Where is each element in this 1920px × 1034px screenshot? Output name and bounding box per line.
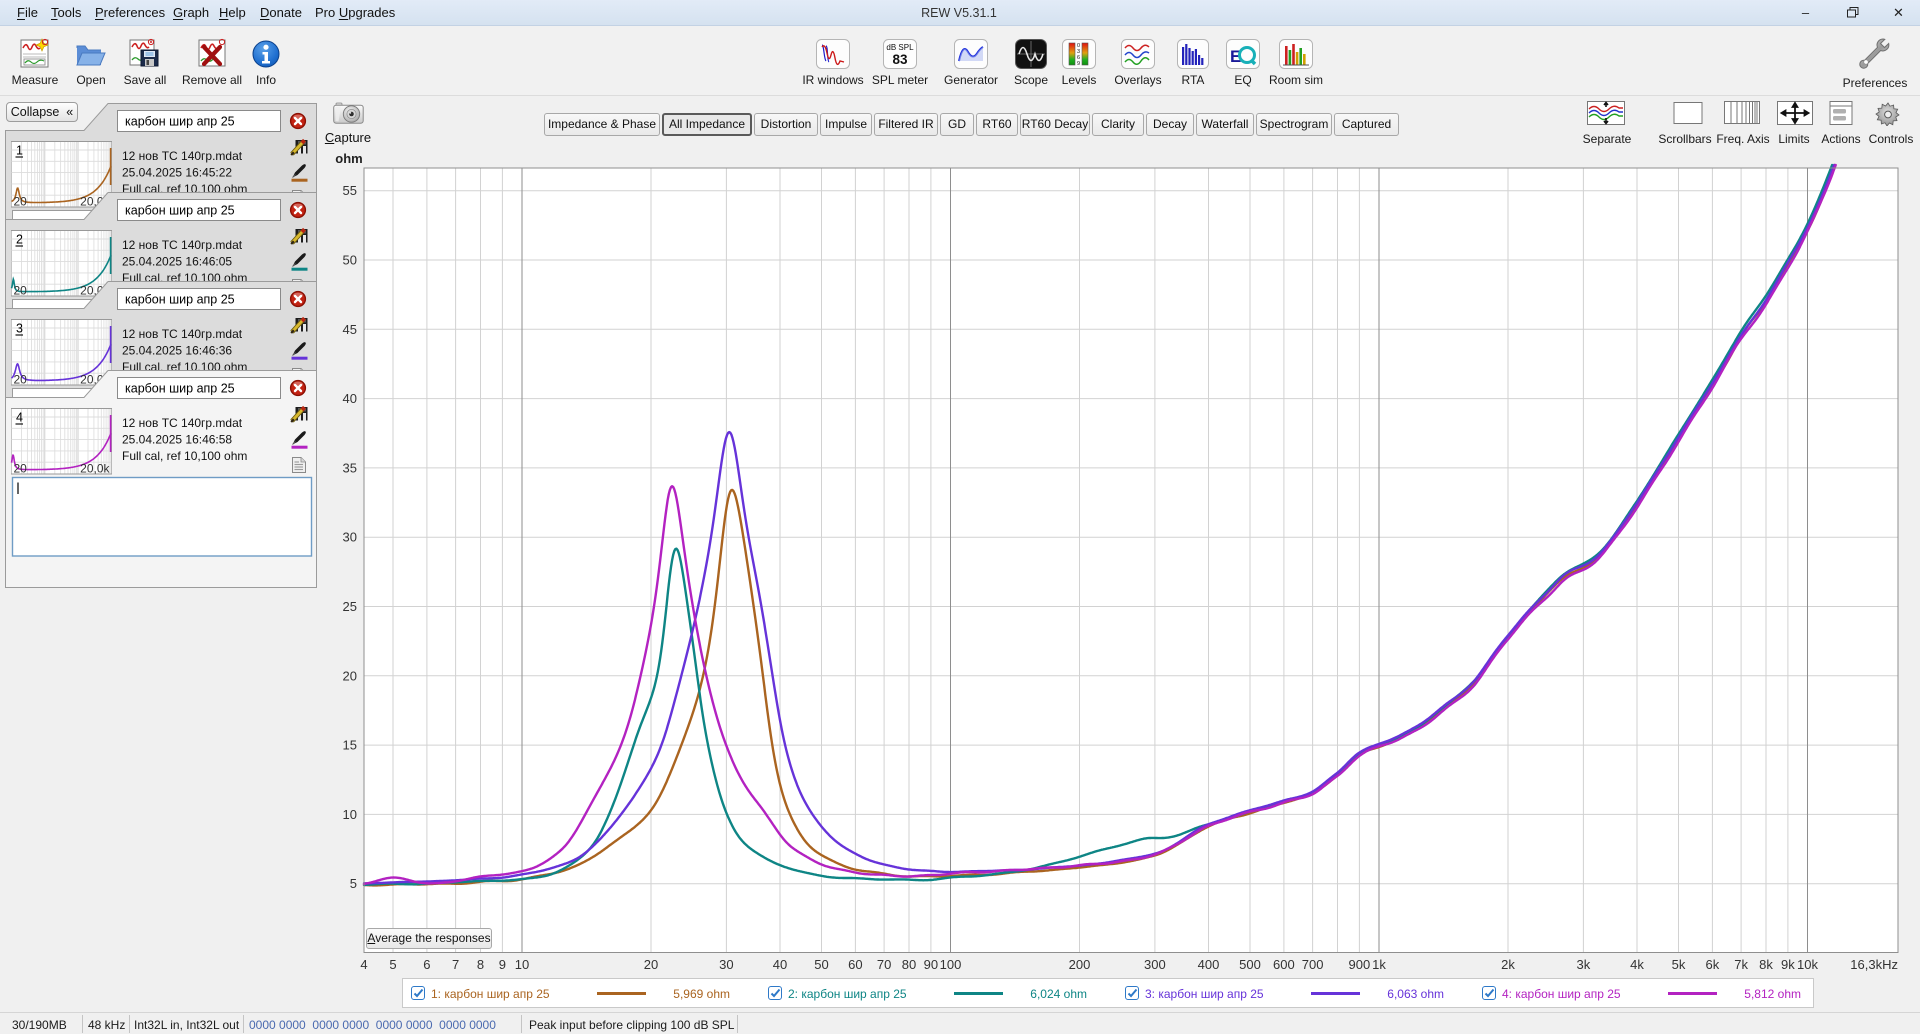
svg-text:20: 20 [644,957,658,972]
svg-text:карбон шир апр 25: карбон шир апр 25 [125,382,235,396]
svg-text:50: 50 [343,253,357,268]
svg-text:300: 300 [1144,957,1166,972]
svg-text:3k: 3k [1577,957,1591,972]
svg-text:80: 80 [902,957,916,972]
svg-text:4: 4 [360,957,367,972]
svg-text:10: 10 [343,807,357,822]
svg-text:12 нов ТС 140гр.mdat: 12 нов ТС 140гр.mdat [122,149,243,163]
svg-text:20,0k: 20,0k [80,462,110,476]
svg-text:12 нов ТС 140гр.mdat: 12 нов ТС 140гр.mdat [122,238,243,252]
svg-text:dB SPL: dB SPL [886,43,914,52]
svg-text:8: 8 [477,957,484,972]
svg-text:700: 700 [1302,957,1324,972]
svg-text:4: 4 [16,411,23,425]
svg-text:Full cal, ref 10,100 ohm: Full cal, ref 10,100 ohm [122,449,247,463]
svg-text:55: 55 [343,183,357,198]
svg-text:8k: 8k [1759,957,1773,972]
svg-text:2k: 2k [1501,957,1515,972]
svg-text:200: 200 [1069,957,1091,972]
svg-text:400: 400 [1198,957,1220,972]
svg-text:5: 5 [350,876,357,891]
svg-text:1k: 1k [1372,957,1386,972]
svg-text:5k: 5k [1672,957,1686,972]
svg-text:500: 500 [1239,957,1261,972]
svg-text:70: 70 [877,957,891,972]
svg-text:100: 100 [940,957,962,972]
svg-text:20: 20 [14,462,28,476]
svg-text:12 нов ТС 140гр.mdat: 12 нов ТС 140гр.mdat [122,327,243,341]
svg-text:25.04.2025 16:46:05: 25.04.2025 16:46:05 [122,255,232,269]
svg-text:карбон шир апр 25: карбон шир апр 25 [125,115,235,129]
svg-text:4k: 4k [1630,957,1644,972]
svg-text:15: 15 [343,738,357,753]
svg-text:6k: 6k [1706,957,1720,972]
svg-text:25.04.2025 16:45:22: 25.04.2025 16:45:22 [122,166,232,180]
svg-text:карбон шир апр 25: карбон шир апр 25 [125,204,235,218]
svg-text:50: 50 [814,957,828,972]
svg-text:6: 6 [423,957,430,972]
svg-text:30: 30 [343,530,357,545]
svg-text:7: 7 [452,957,459,972]
svg-text:35: 35 [343,460,357,475]
svg-text:5: 5 [389,957,396,972]
svg-text:1: 1 [16,144,23,158]
svg-text:7k: 7k [1734,957,1748,972]
svg-text:25: 25 [343,599,357,614]
svg-text:20: 20 [343,668,357,683]
svg-text:9: 9 [499,957,506,972]
svg-text:900: 900 [1349,957,1371,972]
svg-text:40: 40 [343,391,357,406]
svg-text:карбон шир апр 25: карбон шир апр 25 [125,293,235,307]
svg-text:9: 9 [1077,61,1080,67]
svg-text:60: 60 [848,957,862,972]
svg-text:9k: 9k [1781,957,1795,972]
svg-text:600: 600 [1273,957,1295,972]
svg-text:45: 45 [343,322,357,337]
svg-text:12 нов ТС 140гр.mdat: 12 нов ТС 140гр.mdat [122,416,243,430]
svg-text:25.04.2025 16:46:58: 25.04.2025 16:46:58 [122,433,232,447]
svg-text:25.04.2025 16:46:36: 25.04.2025 16:46:36 [122,344,232,358]
svg-text:10: 10 [515,957,529,972]
svg-text:16,3kHz: 16,3kHz [1850,957,1898,972]
svg-text:3: 3 [16,322,23,336]
svg-text:40: 40 [773,957,787,972]
svg-text:2: 2 [16,233,23,247]
svg-text:30: 30 [719,957,733,972]
svg-text:83: 83 [892,52,908,67]
svg-text:90: 90 [924,957,938,972]
svg-text:10k: 10k [1797,957,1818,972]
